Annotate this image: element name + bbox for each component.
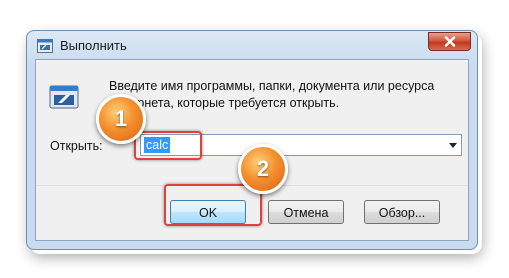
- cancel-button[interactable]: Отмена: [268, 200, 344, 224]
- close-button[interactable]: [428, 32, 471, 51]
- browse-button[interactable]: Обзор...: [364, 200, 440, 224]
- input-highlight: [134, 131, 202, 160]
- ok-highlight: [164, 184, 262, 226]
- window-title: Выполнить: [60, 38, 127, 53]
- close-icon: [444, 36, 455, 47]
- dialog-description: Введите имя программы, папки, документа …: [109, 79, 435, 110]
- run-icon: [37, 39, 53, 53]
- step-1-badge: 1: [96, 94, 146, 144]
- open-label: Открыть:: [50, 139, 103, 153]
- step-2-badge: 2: [238, 144, 288, 194]
- run-program-icon: [49, 85, 79, 109]
- title-bar[interactable]: Выполнить: [27, 31, 477, 59]
- chevron-down-icon[interactable]: [449, 143, 457, 148]
